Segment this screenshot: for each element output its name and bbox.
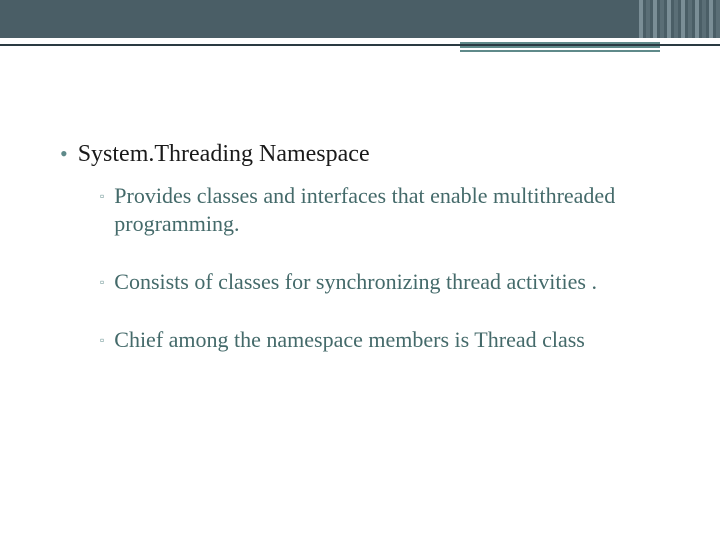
slide-header-band [0,0,720,38]
main-bullet-item: • System.Threading Namespace [60,140,660,168]
sub-bullet-item: ▫ Chief among the namespace members is T… [100,326,660,354]
sub-bullet-text: Consists of classes for synchronizing th… [114,268,597,296]
slide-divider [0,44,720,62]
sub-bullet-item: ▫ Provides classes and interfaces that e… [100,182,660,238]
header-stripe-decoration [636,0,720,38]
slide-content: • System.Threading Namespace ▫ Provides … [0,62,720,354]
square-bullet-icon: ▫ [100,326,104,354]
sub-bullet-text: Provides classes and interfaces that ena… [114,182,660,238]
sub-bullet-item: ▫ Consists of classes for synchronizing … [100,268,660,296]
sub-bullet-list: ▫ Provides classes and interfaces that e… [100,182,660,354]
square-bullet-icon: ▫ [100,182,104,210]
square-bullet-icon: ▫ [100,268,104,296]
sub-bullet-text: Chief among the namespace members is Thr… [114,326,585,354]
divider-accent-lines [460,42,660,52]
bullet-icon: • [60,140,68,168]
main-bullet-text: System.Threading Namespace [78,140,370,168]
